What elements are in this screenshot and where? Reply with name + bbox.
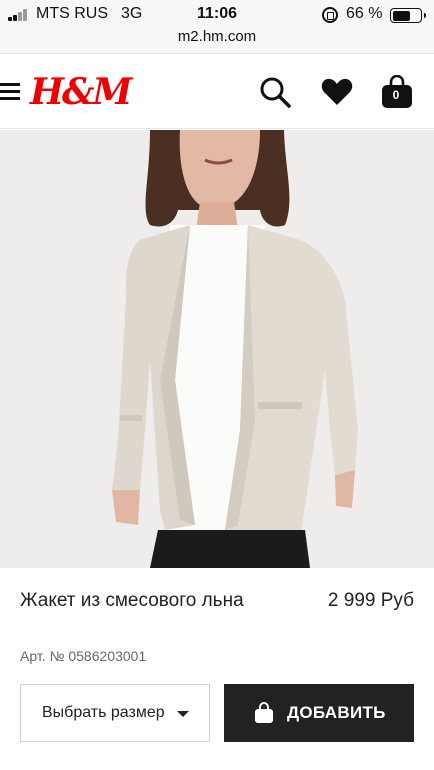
product-info: Жакет из смесового льна 2 999 Руб Арт. №…	[0, 568, 434, 770]
shopping-bag-icon	[254, 702, 274, 724]
size-select[interactable]: Выбрать размер	[20, 684, 210, 742]
add-to-cart-button[interactable]: ДОБАВИТЬ	[224, 684, 414, 742]
rotation-lock-icon	[322, 7, 338, 23]
product-image[interactable]	[0, 130, 434, 568]
heart-icon[interactable]	[320, 75, 354, 109]
size-select-label: Выбрать размер	[42, 704, 165, 721]
status-bar: MTS RUS 3G 11:06 66 % m2.hm.com	[0, 0, 434, 54]
address-bar[interactable]: m2.hm.com	[0, 28, 434, 45]
add-to-cart-label: ДОБАВИТЬ	[287, 703, 386, 722]
site-header: H&M 0	[0, 55, 434, 129]
cart-count: 0	[392, 88, 400, 102]
menu-icon[interactable]	[0, 83, 20, 101]
product-article-number: Арт. № 0586203001	[20, 648, 147, 664]
battery-icon	[390, 8, 426, 23]
hm-logo[interactable]: H&M	[30, 71, 132, 113]
battery-percent: 66 %	[346, 5, 383, 22]
search-icon[interactable]	[258, 75, 292, 109]
product-name: Жакет из смесового льна	[20, 590, 244, 611]
product-price: 2 999 Руб	[327, 590, 414, 611]
chevron-down-icon	[177, 711, 189, 717]
shopping-bag-icon[interactable]: 0	[381, 74, 413, 109]
